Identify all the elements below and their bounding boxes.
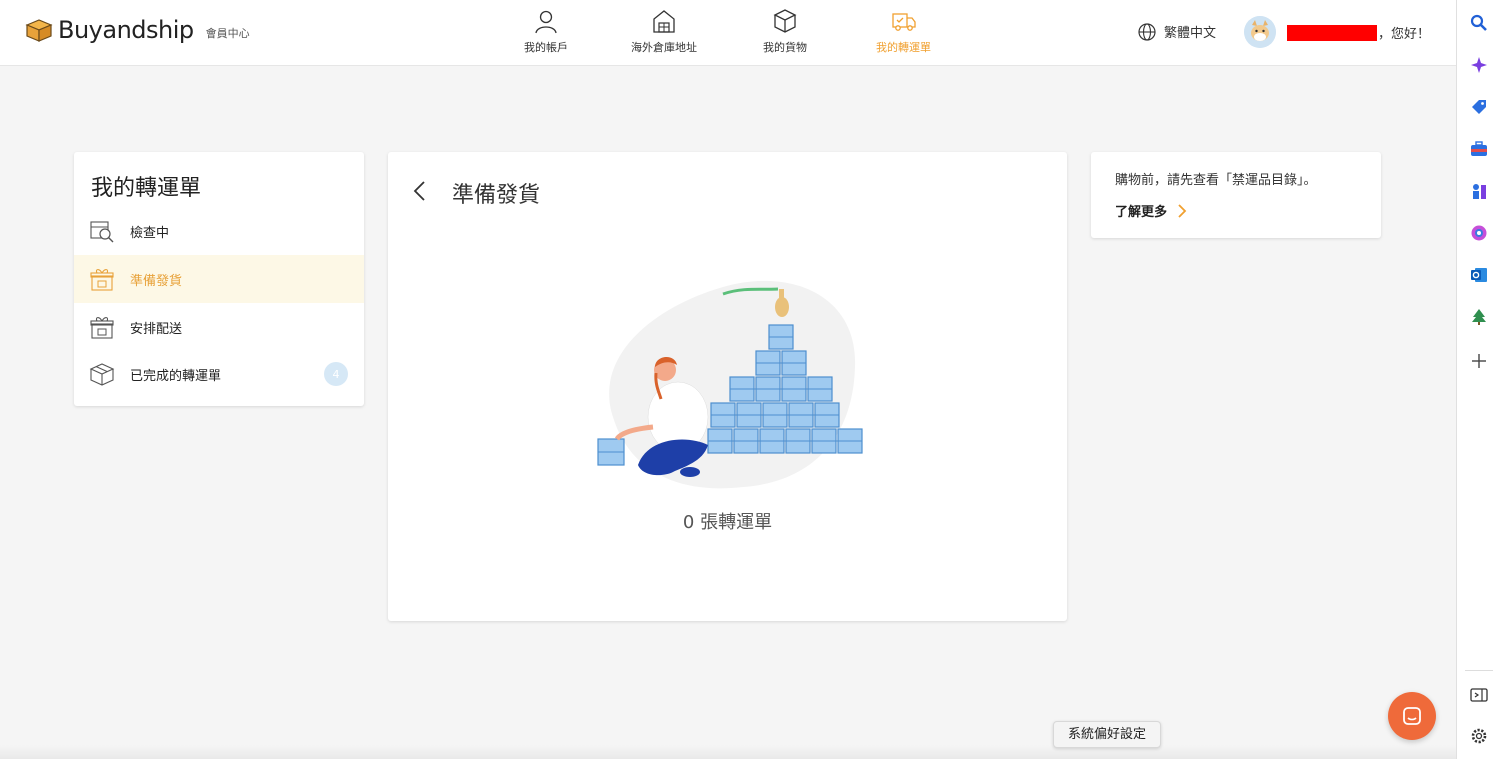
shipment-menu-card: 我的轉運單 檢查中 準備發貨 安排配送 已完成的轉運單 4 bbox=[74, 152, 364, 406]
warehouse-icon bbox=[653, 10, 675, 33]
avatar[interactable] bbox=[1244, 16, 1276, 48]
nav-label: 我的貨物 bbox=[763, 41, 807, 54]
back-arrow-icon[interactable] bbox=[410, 180, 430, 202]
menu-item-ready-to-ship[interactable]: 準備發貨 bbox=[74, 255, 364, 303]
gift-box-icon bbox=[90, 317, 114, 339]
tag-icon[interactable] bbox=[1470, 98, 1488, 116]
learn-more-link[interactable]: 了解更多 bbox=[1115, 201, 1187, 220]
bottom-edge bbox=[0, 745, 1456, 759]
menu-item-label: 安排配送 bbox=[130, 321, 183, 337]
nav-label: 我的轉運單 bbox=[876, 41, 931, 54]
empty-state-illustration bbox=[597, 280, 863, 489]
language-selector[interactable]: 繁體中文 bbox=[1138, 22, 1216, 41]
greeting-text: ，您好！ bbox=[1378, 27, 1431, 42]
truck-icon bbox=[891, 13, 916, 31]
logo-text: Buyandship bbox=[58, 16, 194, 44]
nav-label: 我的帳戶 bbox=[524, 41, 568, 54]
top-header: Buyandship 會員中心 我的帳戶 海外倉庫地址 我的貨物 我的轉運單 繁… bbox=[0, 0, 1456, 66]
chess-icon[interactable] bbox=[1470, 182, 1488, 200]
chat-button[interactable] bbox=[1388, 692, 1436, 740]
page-title: 準備發貨 bbox=[452, 183, 541, 208]
gift-box-icon bbox=[90, 269, 114, 291]
logo[interactable]: Buyandship 會員中心 bbox=[24, 16, 250, 44]
outlook-icon[interactable] bbox=[1470, 266, 1488, 284]
nav-label: 海外倉庫地址 bbox=[631, 41, 697, 54]
menu-item-completed[interactable]: 已完成的轉運單 4 bbox=[74, 350, 364, 398]
count-badge: 4 bbox=[324, 362, 348, 386]
gear-icon[interactable] bbox=[1470, 727, 1488, 745]
inspect-icon bbox=[90, 221, 114, 243]
sparkle-icon[interactable] bbox=[1470, 56, 1488, 74]
nav-warehouse-address[interactable]: 海外倉庫地址 bbox=[631, 8, 697, 58]
collapse-panel-icon[interactable] bbox=[1470, 686, 1488, 704]
system-preferences-tooltip: 系統偏好設定 bbox=[1053, 721, 1162, 748]
learn-more-label: 了解更多 bbox=[1115, 205, 1168, 220]
menu-item-label: 檢查中 bbox=[130, 225, 170, 241]
main-content-card: 準備發貨 0 張轉運單 bbox=[388, 152, 1067, 621]
menu-title: 我的轉運單 bbox=[91, 176, 202, 201]
globe-icon bbox=[1138, 22, 1156, 41]
tree-icon[interactable] bbox=[1470, 308, 1488, 326]
logo-box-icon bbox=[25, 19, 53, 42]
chevron-right-icon bbox=[1178, 203, 1187, 218]
menu-item-label: 已完成的轉運單 bbox=[130, 368, 222, 384]
chat-icon bbox=[1403, 707, 1421, 725]
add-icon[interactable] bbox=[1470, 352, 1488, 370]
package-icon bbox=[89, 363, 115, 386]
nav-my-goods[interactable]: 我的貨物 bbox=[763, 8, 807, 58]
browser-sidebar bbox=[1456, 0, 1500, 759]
nav-my-shipments[interactable]: 我的轉運單 bbox=[876, 8, 931, 58]
menu-item-arrange-delivery[interactable]: 安排配送 bbox=[74, 303, 364, 351]
office-icon[interactable] bbox=[1470, 224, 1488, 242]
notice-text: 購物前，請先查看「禁運品目錄」。 bbox=[1115, 173, 1317, 188]
cat-avatar-icon bbox=[1244, 16, 1276, 48]
sidebar-divider bbox=[1465, 670, 1493, 671]
nav-my-account[interactable]: 我的帳戶 bbox=[524, 8, 568, 58]
prohibited-items-notice-card: 購物前，請先查看「禁運品目錄」。 了解更多 bbox=[1091, 152, 1381, 238]
user-icon bbox=[535, 10, 557, 34]
logo-subtitle: 會員中心 bbox=[205, 27, 250, 40]
redacted-username bbox=[1287, 25, 1377, 41]
language-label: 繁體中文 bbox=[1164, 26, 1217, 41]
menu-item-inspecting[interactable]: 檢查中 bbox=[74, 207, 364, 255]
search-icon[interactable] bbox=[1470, 14, 1488, 32]
menu-item-label: 準備發貨 bbox=[130, 273, 183, 289]
shipment-count: 0 張轉運單 bbox=[682, 512, 773, 533]
box-icon bbox=[773, 9, 797, 33]
briefcase-icon[interactable] bbox=[1470, 140, 1488, 158]
